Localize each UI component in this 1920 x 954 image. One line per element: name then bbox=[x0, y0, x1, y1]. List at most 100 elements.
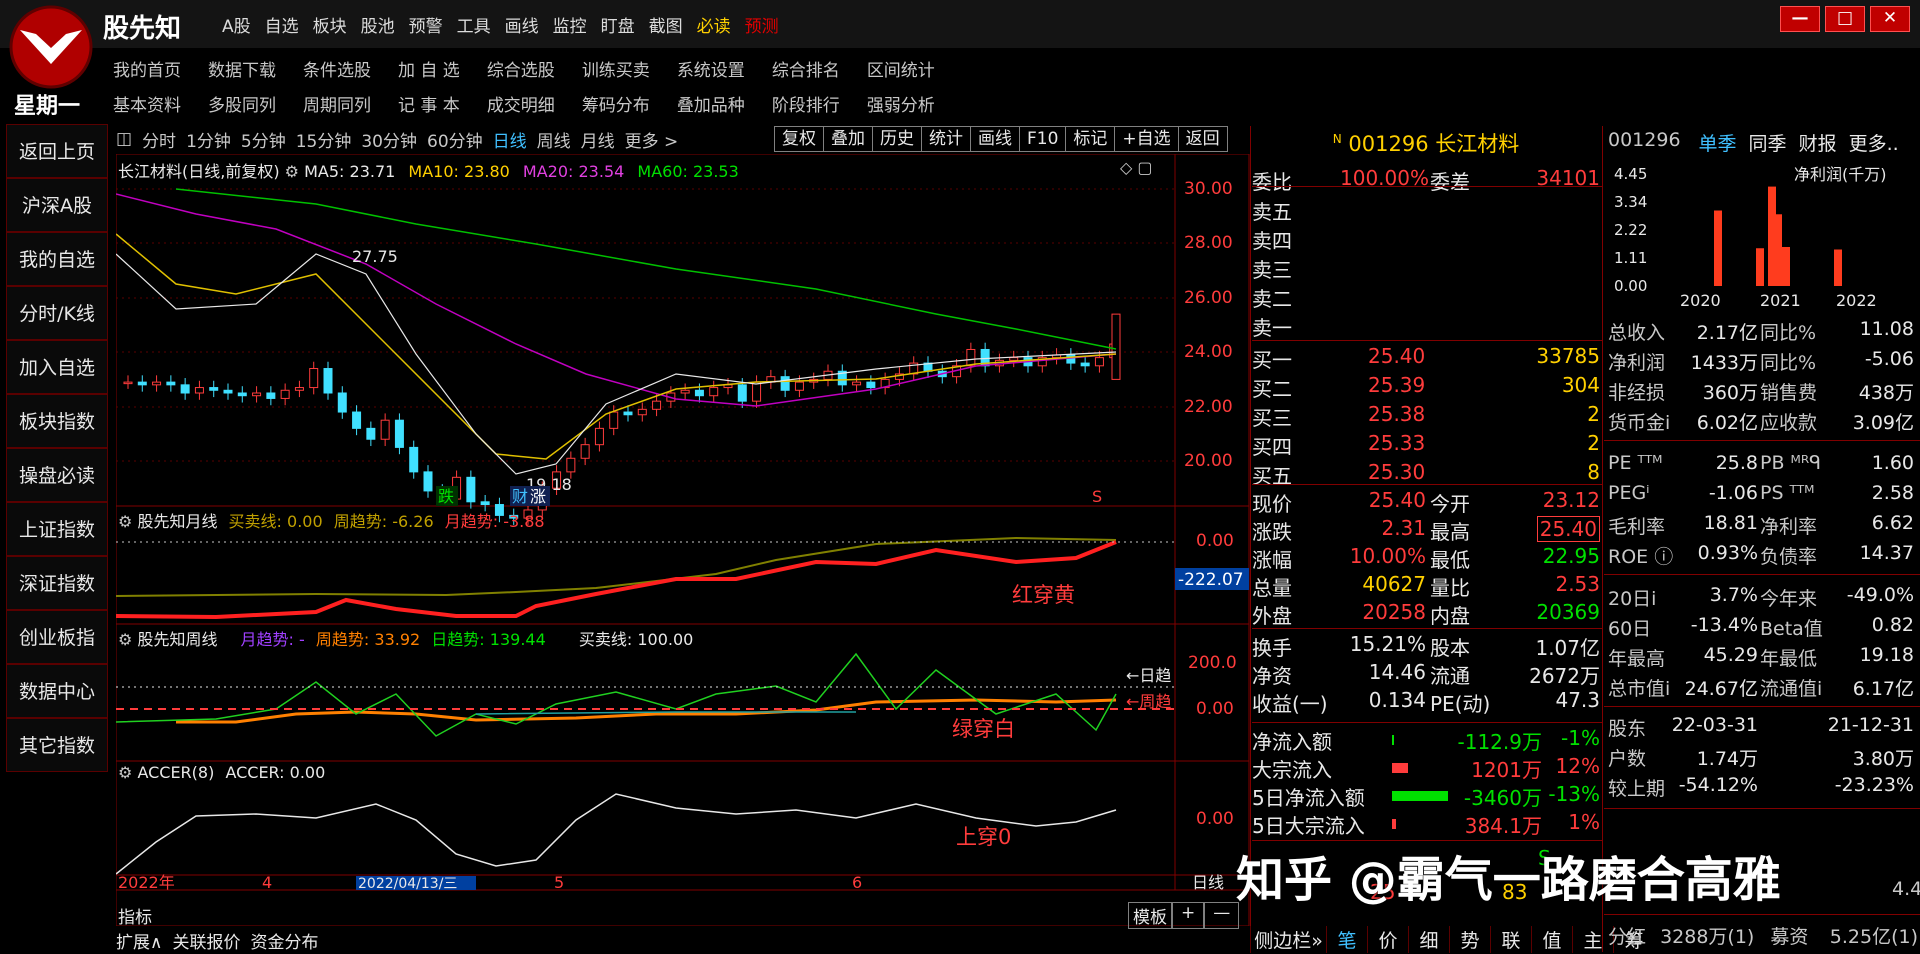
menu-stage-ranking[interactable]: 阶段排行 bbox=[772, 91, 840, 116]
menu-ranking[interactable]: 综合排名 bbox=[772, 56, 840, 81]
period-tab-monthly[interactable]: 月线 bbox=[581, 127, 615, 152]
ind1-settings-icon[interactable]: ⚙ bbox=[118, 512, 132, 531]
menu-multi-period[interactable]: 周期同列 bbox=[303, 91, 371, 116]
quote-stat-value: 40627 bbox=[1362, 572, 1426, 596]
tab-value[interactable]: 值 bbox=[1531, 926, 1572, 953]
add-indicator-button[interactable]: + bbox=[1172, 902, 1205, 929]
sidebar-toggle-tab[interactable]: 侧边栏» bbox=[1250, 926, 1326, 953]
ind3-settings-icon[interactable]: ⚙ bbox=[118, 763, 132, 782]
draw-button[interactable]: 画线 bbox=[970, 126, 1020, 152]
period-tab-minute[interactable]: 分时 bbox=[142, 127, 176, 152]
fund-distribution-tab[interactable]: 资金分布 bbox=[250, 928, 318, 953]
menu-data-download[interactable]: 数据下载 bbox=[208, 56, 276, 81]
period-tab-weekly[interactable]: 周线 bbox=[537, 127, 571, 152]
menu-alerts[interactable]: 预警 bbox=[409, 12, 443, 37]
related-quote-tab[interactable]: 关联报价 bbox=[172, 928, 240, 953]
template-button[interactable]: 模板 bbox=[1128, 902, 1172, 929]
sidebar-item-sector-index[interactable]: 板块指数 bbox=[6, 394, 108, 448]
indicator-tab[interactable]: 指标 bbox=[118, 903, 152, 928]
tab-detail[interactable]: 细 bbox=[1408, 926, 1449, 953]
menu-multi-stock[interactable]: 多股同列 bbox=[208, 91, 276, 116]
period-tab-daily[interactable]: 日线 bbox=[493, 127, 527, 152]
period-tab-5min[interactable]: 5分钟 bbox=[241, 127, 286, 152]
menu-interval-stats[interactable]: 区间统计 bbox=[867, 56, 935, 81]
stats-button[interactable]: 统计 bbox=[921, 126, 971, 152]
menu-must-read[interactable]: 必读 bbox=[697, 12, 731, 37]
candle-body bbox=[1066, 354, 1076, 364]
menu-composite-select[interactable]: 综合选股 bbox=[487, 56, 555, 81]
candle-body bbox=[752, 381, 762, 402]
menu-sectors[interactable]: 板块 bbox=[313, 12, 347, 37]
sidebar-item-gem-index[interactable]: 创业板指 bbox=[6, 610, 108, 664]
period-tab-60min[interactable]: 60分钟 bbox=[427, 127, 483, 152]
period-tab-30min[interactable]: 30分钟 bbox=[361, 127, 417, 152]
tab-trades[interactable]: 笔 bbox=[1326, 926, 1367, 953]
period-toggle-icon[interactable]: ◫ bbox=[116, 129, 132, 149]
menu-forecast[interactable]: 预测 bbox=[745, 12, 779, 37]
menu-strength[interactable]: 强弱分析 bbox=[867, 91, 935, 116]
quote-stat-value: 25.40 bbox=[1368, 488, 1426, 512]
tab-trend[interactable]: 势 bbox=[1449, 926, 1490, 953]
diamond-icon[interactable]: ◇ ▢ bbox=[1120, 158, 1153, 177]
sidebar-item-add-watch[interactable]: 加入自选 bbox=[6, 340, 108, 394]
fund-tab-report[interactable]: 财报 bbox=[1799, 129, 1837, 156]
history-button[interactable]: 历史 bbox=[872, 126, 922, 152]
menu-condition-select[interactable]: 条件选股 bbox=[303, 56, 371, 81]
maximize-button[interactable]: □ bbox=[1825, 6, 1865, 32]
sidebar-item-back[interactable]: 返回上页 bbox=[6, 124, 108, 178]
period-tab-more[interactable]: 更多 > bbox=[625, 127, 679, 152]
menu-a-shares[interactable]: A股 bbox=[222, 12, 251, 37]
menu-screenshot[interactable]: 截图 bbox=[649, 12, 683, 37]
tab-price[interactable]: 价 bbox=[1367, 926, 1408, 953]
menu-settings[interactable]: 系统设置 bbox=[677, 56, 745, 81]
menu-basic-info[interactable]: 基本资料 bbox=[113, 91, 181, 116]
menu-trade-details[interactable]: 成交明细 bbox=[487, 91, 555, 116]
menu-overlay[interactable]: 叠加品种 bbox=[677, 91, 745, 116]
fund-tab-more[interactable]: 更多.. bbox=[1849, 129, 1899, 156]
menu-watchlist[interactable]: 自选 bbox=[265, 12, 299, 37]
menu-stock-pool[interactable]: 股池 bbox=[361, 12, 395, 37]
close-button[interactable]: ✕ bbox=[1870, 6, 1910, 32]
menu-chip-distribution[interactable]: 筹码分布 bbox=[582, 91, 650, 116]
menu-monitor[interactable]: 监控 bbox=[553, 12, 587, 37]
buy-level-label: 买四 bbox=[1252, 435, 1292, 459]
menu-draw[interactable]: 画线 bbox=[505, 12, 539, 37]
sidebar-item-hs-a[interactable]: 沪深A股 bbox=[6, 178, 108, 232]
menu-notepad[interactable]: 记 事 本 bbox=[398, 91, 460, 116]
add-watch-button[interactable]: +自选 bbox=[1114, 126, 1179, 152]
template-controls: 模板 + — bbox=[1128, 902, 1240, 929]
settings-icon[interactable]: ⚙ bbox=[285, 162, 299, 181]
adjust-button[interactable]: 复权 bbox=[774, 126, 824, 152]
candle-body bbox=[309, 368, 319, 389]
menu-training[interactable]: 训练买卖 bbox=[582, 56, 650, 81]
candle-body bbox=[223, 389, 233, 394]
f10-button[interactable]: F10 bbox=[1019, 126, 1067, 152]
tab-related[interactable]: 联 bbox=[1490, 926, 1531, 953]
sidebar-item-sz-index[interactable]: 深证指数 bbox=[6, 556, 108, 610]
return-button[interactable]: 返回 bbox=[1177, 126, 1228, 152]
sidebar-item-must-read[interactable]: 操盘必读 bbox=[6, 448, 108, 502]
fund-tab-same-quarter[interactable]: 同季 bbox=[1749, 129, 1787, 156]
fund-flow-label: 5日净流入额 bbox=[1252, 786, 1365, 810]
mark-button[interactable]: 标记 bbox=[1065, 126, 1116, 152]
menu-tools[interactable]: 工具 bbox=[457, 12, 491, 37]
menu-add-watch[interactable]: 加 自 选 bbox=[398, 56, 460, 81]
period-tab-1min[interactable]: 1分钟 bbox=[186, 127, 231, 152]
fund-tab-quarter[interactable]: 单季 bbox=[1699, 129, 1737, 156]
sidebar-item-watchlist[interactable]: 我的自选 bbox=[6, 232, 108, 286]
minimize-button[interactable]: — bbox=[1780, 6, 1820, 32]
remove-indicator-button[interactable]: — bbox=[1204, 902, 1240, 929]
kline-chart[interactable]: 30.00 28.00 26.00 24.00 22.00 20.00 27.7… bbox=[116, 154, 1250, 926]
sidebar-item-kline[interactable]: 分时/K线 bbox=[6, 286, 108, 340]
overlay-button[interactable]: 叠加 bbox=[823, 126, 873, 152]
period-tab-15min[interactable]: 15分钟 bbox=[296, 127, 352, 152]
ind2-settings-icon[interactable]: ⚙ bbox=[118, 630, 132, 649]
sidebar-item-other-index[interactable]: 其它指数 bbox=[6, 718, 108, 772]
expand-tab[interactable]: 扩展∧ bbox=[116, 928, 162, 953]
menu-home[interactable]: 我的首页 bbox=[113, 56, 181, 81]
menu-watch[interactable]: 盯盘 bbox=[601, 12, 635, 37]
fundamental-row: 货币金i 6.02亿 应收款 3.09亿 bbox=[1608, 408, 1918, 435]
sidebar-item-data-center[interactable]: 数据中心 bbox=[6, 664, 108, 718]
sidebar-item-sh-index[interactable]: 上证指数 bbox=[6, 502, 108, 556]
quote-stat2-label: 换手 bbox=[1252, 636, 1292, 660]
